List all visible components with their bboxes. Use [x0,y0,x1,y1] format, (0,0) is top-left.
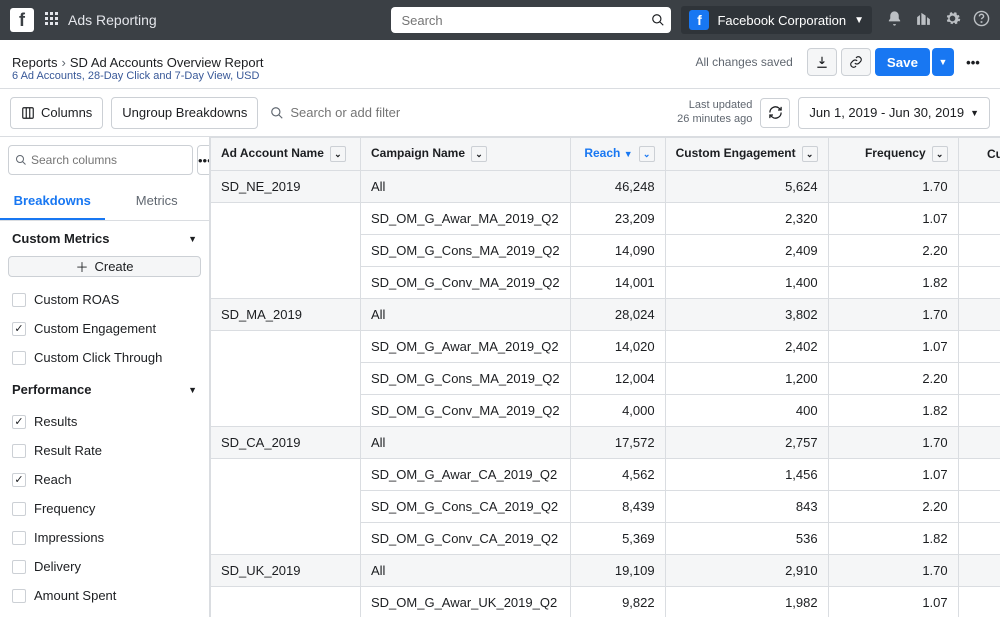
sidebar-more-button[interactable]: ••• [197,145,210,175]
sidebar-search[interactable] [8,145,193,175]
tab-breakdowns[interactable]: Breakdowns [0,183,105,220]
checkbox-icon[interactable] [12,502,26,516]
sort-icon[interactable]: ⌄ [330,146,346,162]
global-search-input[interactable] [397,13,651,28]
chevron-right-icon: › [62,55,66,70]
refresh-icon [768,105,783,120]
toolbar: Columns Ungroup Breakdowns Last updated … [0,89,1000,137]
checkbox-icon[interactable]: ✓ [12,322,26,336]
metric-item[interactable]: Clicks (All) [0,610,209,617]
metric-label: Custom Click Through [34,350,162,365]
ungroup-breakdowns-button[interactable]: Ungroup Breakdowns [111,97,258,129]
search-icon [15,154,27,166]
search-icon [651,13,665,27]
metric-label: Custom ROAS [34,292,119,307]
tab-metrics[interactable]: Metrics [105,183,210,220]
chevron-down-icon: ▼ [854,15,864,26]
metric-label: Delivery [34,559,81,574]
breadcrumb-reports[interactable]: Reports [12,55,58,70]
sort-desc-icon: ▼ [624,149,633,159]
sort-icon[interactable]: ⌄ [639,146,655,162]
col-reach[interactable]: Reach ▼⌄ [570,138,665,171]
facebook-icon: f [689,10,709,30]
columns-icon [21,106,35,120]
sort-icon[interactable]: ⌄ [471,146,487,162]
table-group-row[interactable]: SD_CA_2019All17,5722,7571.70 [211,427,1000,459]
columns-button[interactable]: Columns [10,97,103,129]
col-custom-engagement[interactable]: Custom Engagement⌄ [665,138,828,171]
settings-gear-icon[interactable] [944,10,961,30]
subheader: Reports › SD Ad Accounts Overview Report… [0,40,1000,89]
table-group-row[interactable]: SD_MA_2019All28,0243,8021.70 [211,299,1000,331]
account-name: Facebook Corporation [717,13,846,28]
last-updated: Last updated 26 minutes ago [677,99,752,125]
chevron-down-icon: ▼ [939,57,948,67]
metric-label: Results [34,414,77,429]
checkbox-icon[interactable]: ✓ [12,473,26,487]
checkbox-icon[interactable] [12,444,26,458]
brand-title: Ads Reporting [68,12,157,28]
account-switcher[interactable]: f Facebook Corporation ▼ [681,6,872,34]
metric-label: Reach [34,472,72,487]
sort-icon[interactable]: ⌄ [932,146,948,162]
checkbox-icon[interactable] [12,560,26,574]
metric-label: Result Rate [34,443,102,458]
col-custom-er[interactable]: Custom Er [958,138,1000,171]
chevron-down-icon: ▼ [188,385,197,395]
chevron-down-icon: ▼ [970,108,979,118]
table-row[interactable]: SD_OM_G_Awar_UK_2019_Q29,8221,9821.07 [211,587,1000,618]
chevron-down-icon: ▼ [188,234,197,244]
checkbox-icon[interactable] [12,589,26,603]
filter-search[interactable] [270,105,490,120]
metric-item[interactable]: Amount Spent [0,581,209,610]
metric-item[interactable]: Impressions [0,523,209,552]
col-ad-account[interactable]: Ad Account Name⌄ [211,138,361,171]
col-campaign[interactable]: Campaign Name⌄ [361,138,571,171]
col-frequency[interactable]: Frequency⌄ [828,138,958,171]
section-custom-metrics[interactable]: Custom Metrics ▼ [0,221,209,256]
date-range-picker[interactable]: Jun 1, 2019 - Jun 30, 2019 ▼ [798,97,990,129]
filter-input[interactable] [290,105,490,120]
top-nav: f Ads Reporting f Facebook Corporation ▼ [0,0,1000,40]
table-group-row[interactable]: SD_NE_2019All46,2485,6241.70 [211,171,1000,203]
sort-icon[interactable]: ⌄ [802,146,818,162]
section-performance[interactable]: Performance ▼ [0,372,209,407]
metric-item[interactable]: ✓ Custom Engagement [0,314,209,343]
notifications-icon[interactable] [886,10,903,30]
sidebar-search-input[interactable] [31,153,186,167]
metric-item[interactable]: Frequency [0,494,209,523]
checkbox-icon[interactable] [12,351,26,365]
global-search[interactable] [391,7,671,33]
metric-item[interactable]: Custom Click Through [0,343,209,372]
checkbox-icon[interactable] [12,293,26,307]
search-icon [270,106,284,120]
metric-item[interactable]: Result Rate [0,436,209,465]
apps-grid-icon[interactable] [44,11,60,30]
metric-item[interactable]: ✓ Reach [0,465,209,494]
table-group-row[interactable]: SD_UK_2019All19,1092,9101.70 [211,555,1000,587]
sidebar: ••• Breakdowns Metrics Custom Metrics ▼ … [0,137,210,617]
checkbox-icon[interactable] [12,531,26,545]
refresh-button[interactable] [760,98,790,128]
table-row[interactable]: SD_OM_G_Awar_CA_2019_Q24,5621,4561.07 [211,459,1000,491]
metric-label: Amount Spent [34,588,116,603]
report-subtitle-link[interactable]: 6 Ad Accounts, 28-Day Click and 7-Day Vi… [12,70,1000,82]
table-row[interactable]: SD_OM_G_Awar_MA_2019_Q214,0202,4021.07 [211,331,1000,363]
facebook-logo-icon[interactable]: f [10,8,34,32]
checkbox-icon[interactable]: ✓ [12,415,26,429]
save-status: All changes saved [695,55,792,69]
plus-icon: ＋ [75,257,88,276]
page-title: SD Ad Accounts Overview Report [70,55,264,70]
data-table: Ad Account Name⌄ Campaign Name⌄ Reach ▼⌄… [210,137,1000,617]
metric-label: Custom Engagement [34,321,156,336]
metric-item[interactable]: Custom ROAS [0,285,209,314]
metric-label: Impressions [34,530,104,545]
metric-item[interactable]: Delivery [0,552,209,581]
metric-label: Frequency [34,501,95,516]
table-row[interactable]: SD_OM_G_Awar_MA_2019_Q223,2092,3201.07 [211,203,1000,235]
metric-item[interactable]: ✓ Results [0,407,209,436]
business-icon[interactable] [915,10,932,30]
help-icon[interactable] [973,10,990,30]
create-metric-button[interactable]: ＋ Create [8,256,201,277]
